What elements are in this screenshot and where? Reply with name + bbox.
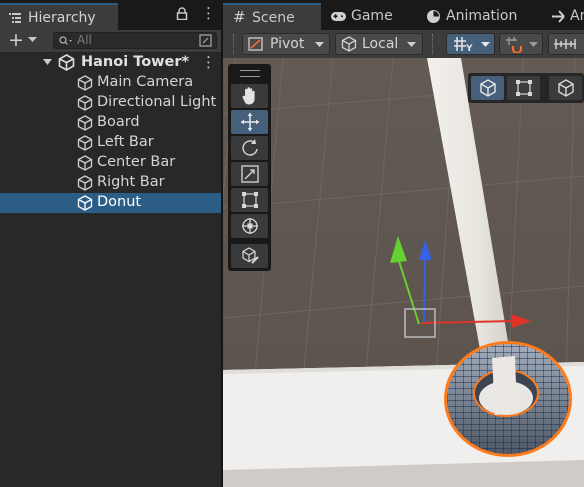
animator-icon bbox=[552, 10, 565, 23]
add-icon[interactable]: + bbox=[8, 29, 24, 51]
grid-snap-toggle[interactable]: Y bbox=[446, 33, 495, 55]
pivot-label: Pivot bbox=[270, 36, 305, 52]
search-placeholder: All bbox=[77, 33, 92, 47]
custom-tool-button[interactable] bbox=[231, 244, 268, 268]
chevron-down-icon bbox=[529, 42, 538, 47]
add-dropdown-icon[interactable] bbox=[28, 37, 37, 43]
draw-mode-overlay bbox=[468, 73, 584, 103]
gameobject-cube-icon bbox=[77, 135, 93, 151]
pivot-dropdown[interactable]: Pivot bbox=[242, 33, 330, 55]
transform-icon bbox=[242, 218, 258, 234]
tab-animation-label: Animation bbox=[446, 8, 518, 24]
hierarchy-search-input[interactable]: All bbox=[53, 32, 217, 49]
hierarchy-item-label: Main Camera bbox=[97, 74, 194, 90]
expand-arrow-icon[interactable] bbox=[43, 59, 52, 66]
hierarchy-item-label: Left Bar bbox=[97, 134, 154, 150]
pivot-icon bbox=[248, 37, 263, 51]
wireframe-mode-button[interactable] bbox=[549, 76, 582, 100]
cube-icon bbox=[480, 79, 496, 97]
hierarchy-item-label: Center Bar bbox=[97, 154, 176, 170]
hierarchy-tab[interactable]: Hierarchy bbox=[0, 3, 118, 30]
hierarchy-menu-icon[interactable]: ⋮ bbox=[201, 6, 216, 21]
gameobject-cube-icon bbox=[77, 75, 93, 91]
gameobject-cube-icon bbox=[77, 195, 93, 211]
gameobject-cube-icon bbox=[77, 155, 93, 171]
gameobject-cube-icon bbox=[77, 175, 93, 191]
space-label: Local bbox=[362, 36, 399, 52]
tab-animation[interactable]: Animation bbox=[418, 3, 530, 30]
chevron-down-icon bbox=[315, 42, 324, 47]
svg-text:Y: Y bbox=[465, 44, 473, 53]
chevron-down-icon bbox=[481, 42, 490, 47]
ruler-toggle[interactable] bbox=[548, 33, 584, 55]
hierarchy-item-label: Right Bar bbox=[97, 174, 165, 190]
local-cube-icon bbox=[341, 36, 357, 52]
hierarchy-item-label: Directional Light bbox=[97, 94, 217, 110]
lock-icon[interactable] bbox=[176, 7, 188, 20]
scene-root-row[interactable]: Hanoi Tower* ⋮ bbox=[0, 53, 221, 73]
toolbar-grip[interactable] bbox=[233, 34, 236, 54]
hierarchy-tab-label: Hierarchy bbox=[28, 10, 96, 26]
hierarchy-item[interactable]: Directional Light bbox=[0, 93, 221, 113]
hierarchy-item[interactable]: Left Bar bbox=[0, 133, 221, 153]
chevron-down-icon bbox=[407, 42, 416, 47]
rect-transform-icon bbox=[242, 192, 258, 208]
tab-game[interactable]: Game bbox=[323, 3, 415, 30]
grid-snap-icon: Y bbox=[454, 37, 473, 53]
grid-icon: # bbox=[233, 8, 246, 26]
overlay-grip[interactable] bbox=[240, 70, 260, 77]
scene-name: Hanoi Tower* bbox=[81, 54, 190, 70]
hierarchy-item[interactable]: Center Bar bbox=[0, 153, 221, 173]
hierarchy-item[interactable]: Right Bar bbox=[0, 173, 221, 193]
hierarchy-item[interactable]: Board bbox=[0, 113, 221, 133]
rotate-icon bbox=[242, 139, 258, 156]
rect-tool-button[interactable] bbox=[231, 188, 268, 212]
hierarchy-item[interactable]: Donut bbox=[0, 193, 221, 213]
tab-scene[interactable]: # Scene bbox=[223, 3, 321, 30]
search-filter-icon[interactable] bbox=[199, 34, 212, 47]
rotate-tool-button[interactable] bbox=[231, 136, 268, 160]
ruler-icon bbox=[554, 39, 576, 49]
bounds-icon bbox=[516, 80, 532, 96]
tab-animator[interactable]: An bbox=[545, 3, 584, 30]
scene-menu-icon[interactable]: ⋮ bbox=[201, 55, 216, 70]
scene-render bbox=[223, 58, 584, 487]
gameobject-cube-icon bbox=[77, 95, 93, 111]
list-icon bbox=[9, 13, 21, 23]
move-icon bbox=[241, 113, 259, 131]
space-dropdown[interactable]: Local bbox=[335, 33, 423, 55]
scene-viewport[interactable] bbox=[223, 58, 584, 487]
hierarchy-item-label: Donut bbox=[97, 194, 142, 210]
hand-icon bbox=[242, 87, 255, 105]
gameobject-cube-icon bbox=[77, 115, 93, 131]
tab-scene-label: Scene bbox=[252, 10, 295, 26]
bounds-mode-button[interactable] bbox=[507, 76, 540, 100]
unity-scene-icon bbox=[58, 54, 75, 71]
hand-tool-button[interactable] bbox=[231, 84, 268, 108]
move-tool-button[interactable] bbox=[231, 110, 268, 134]
toolbar-grip[interactable] bbox=[432, 34, 435, 54]
scale-tool-button[interactable] bbox=[231, 162, 268, 186]
gamepad-icon bbox=[331, 12, 346, 21]
shaded-mode-button[interactable] bbox=[471, 76, 504, 100]
snap-magnet-icon bbox=[506, 37, 522, 53]
tools-overlay bbox=[228, 64, 271, 271]
search-icon bbox=[59, 36, 72, 45]
tab-animator-label: An bbox=[570, 8, 584, 24]
hierarchy-item-label: Board bbox=[97, 114, 140, 130]
animation-icon bbox=[427, 10, 440, 23]
custom-tool-icon bbox=[242, 247, 259, 264]
increment-snap-toggle[interactable] bbox=[499, 33, 543, 55]
wire-cube-icon bbox=[558, 79, 574, 97]
hierarchy-item[interactable]: Main Camera bbox=[0, 73, 221, 93]
scale-icon bbox=[241, 165, 259, 183]
transform-tool-button[interactable] bbox=[231, 214, 268, 238]
tab-game-label: Game bbox=[351, 8, 393, 24]
